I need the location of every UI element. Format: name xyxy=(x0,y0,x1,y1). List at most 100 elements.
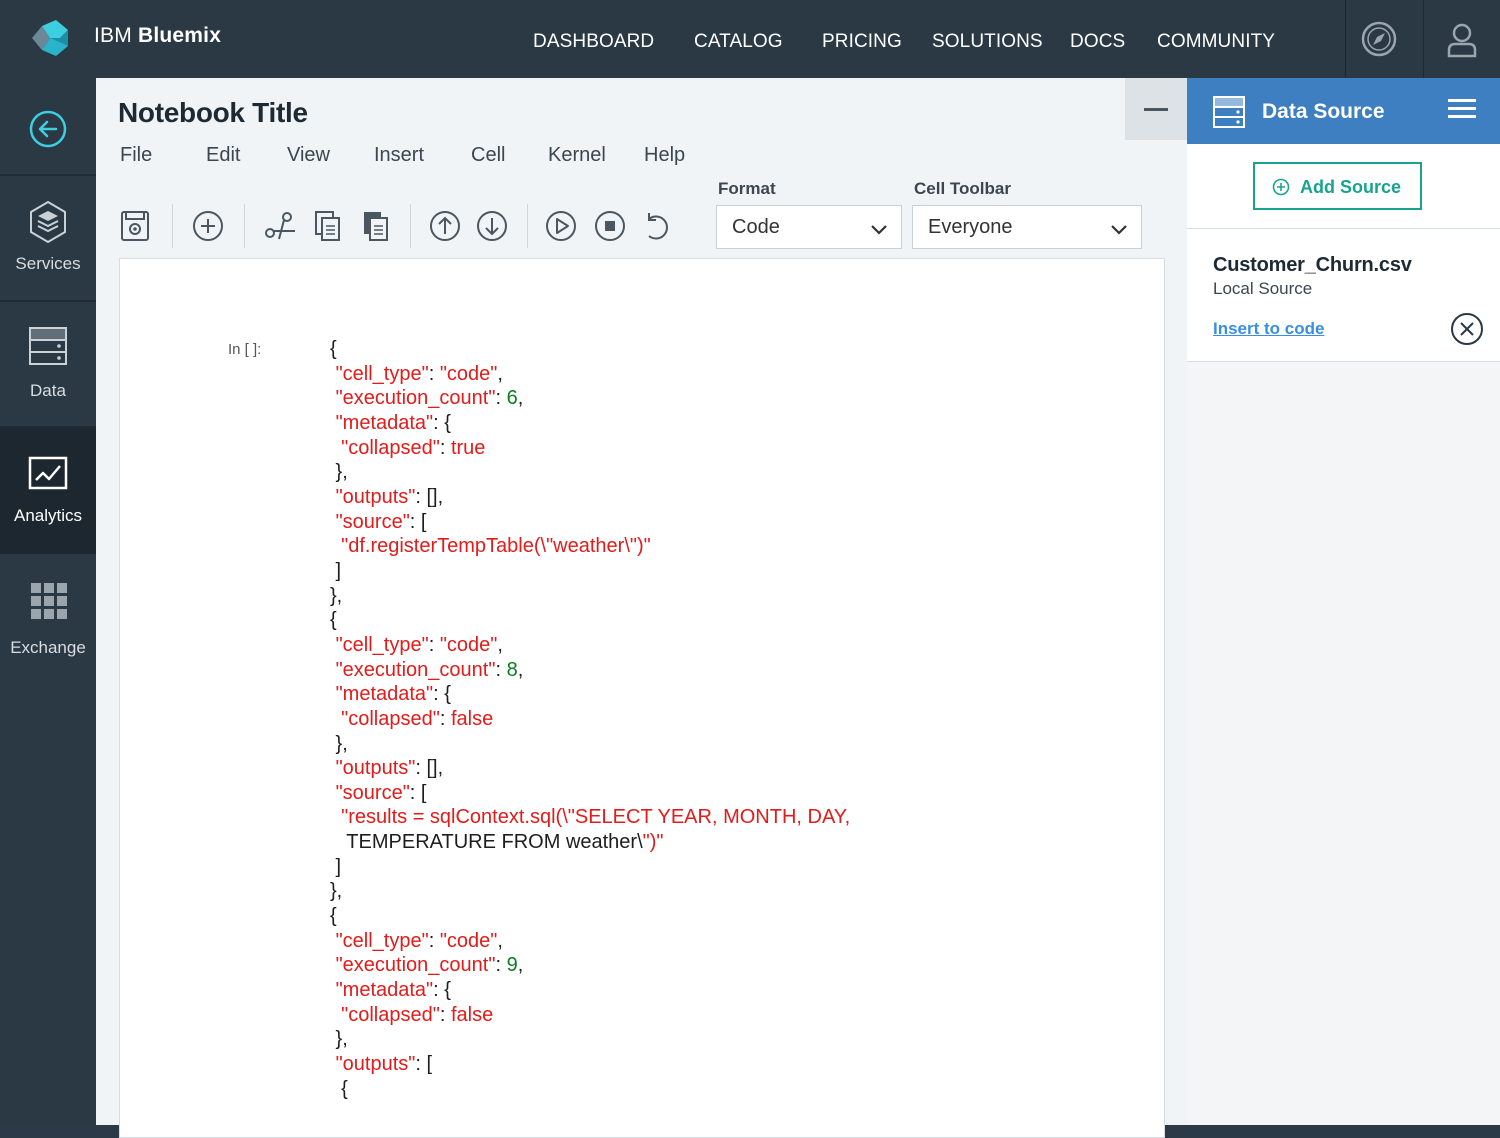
code-line: "metadata": { xyxy=(335,683,451,706)
code-line: "execution_count": 8, xyxy=(335,658,524,681)
nav-docs[interactable]: DOCS xyxy=(1070,31,1125,53)
menu-edit[interactable]: Edit xyxy=(206,144,240,167)
sidebar-item-label: Exchange xyxy=(10,638,86,657)
notebook-area: Notebook Title File Edit View Insert Cel… xyxy=(96,78,1187,1138)
minimize-button[interactable] xyxy=(1125,78,1187,140)
insert-to-code-link[interactable]: Insert to code xyxy=(1213,319,1324,339)
move-up-icon[interactable] xyxy=(428,209,462,243)
sidebar-item-label: Services xyxy=(15,254,81,273)
source-type: Local Source xyxy=(1213,279,1313,298)
remove-source-icon[interactable] xyxy=(1450,312,1484,346)
nav-dashboard[interactable]: DASHBOARD xyxy=(533,31,654,53)
code-line: TEMPERATURE FROM weather\")" xyxy=(330,831,664,854)
nav-solutions[interactable]: SOLUTIONS xyxy=(932,31,1043,53)
minus-icon xyxy=(1144,108,1168,111)
nav-pricing[interactable]: PRICING xyxy=(822,31,902,53)
back-arrow-icon[interactable] xyxy=(28,109,68,149)
panel-title: Data Source xyxy=(1262,100,1385,123)
code-line: "source": [ xyxy=(335,510,427,533)
sidebar-item-exchange[interactable]: Exchange xyxy=(0,554,96,684)
code-line: }, xyxy=(330,1028,348,1051)
sidebar-item-analytics[interactable]: Analytics xyxy=(0,428,96,554)
code-line: "execution_count": 6, xyxy=(335,387,524,410)
divider xyxy=(527,204,528,248)
panel-header: Data Source xyxy=(1187,78,1500,144)
code-line: ] xyxy=(330,855,342,878)
cell-prompt: In [ ]: xyxy=(228,341,262,358)
code-line: "outputs": [], xyxy=(335,485,444,508)
format-value: Code xyxy=(732,216,780,238)
code-line: "metadata": { xyxy=(335,411,451,434)
cut-icon[interactable] xyxy=(263,209,297,243)
code-line: { xyxy=(330,338,337,360)
divider xyxy=(1345,0,1346,78)
code-line: "outputs": [ xyxy=(335,1053,433,1076)
brand-bluemix: Bluemix xyxy=(137,24,222,47)
sidebar-item-label: Data xyxy=(30,381,66,400)
nav-catalog[interactable]: CATALOG xyxy=(694,31,783,53)
cell-toolbar-label: Cell Toolbar xyxy=(914,179,1011,198)
chart-icon xyxy=(28,456,68,490)
menu-kernel[interactable]: Kernel xyxy=(548,144,606,167)
divider xyxy=(172,204,173,248)
code-line: "metadata": { xyxy=(335,979,451,1002)
code-line: }, xyxy=(330,732,348,755)
stop-icon[interactable] xyxy=(593,209,627,243)
menu-cell[interactable]: Cell xyxy=(471,144,505,167)
menu-view[interactable]: View xyxy=(287,144,330,167)
code-line: { xyxy=(330,905,337,928)
data-source-card: Customer_Churn.csv Local Source Insert t… xyxy=(1187,229,1500,362)
menu-insert[interactable]: Insert xyxy=(374,144,424,167)
layers-icon xyxy=(30,200,66,244)
code-line: "cell_type": "code", xyxy=(335,633,503,656)
code-line: ] xyxy=(330,559,342,582)
code-line: { xyxy=(330,609,337,632)
brand-name[interactable]: IBM Bluemix xyxy=(94,24,221,48)
cell-toolbar-value: Everyone xyxy=(928,216,1013,238)
code-line: "execution_count": 9, xyxy=(335,954,524,977)
chevron-down-icon xyxy=(871,225,887,235)
add-cell-icon[interactable] xyxy=(191,209,225,243)
divider xyxy=(1423,0,1424,78)
bluemix-logo-icon[interactable] xyxy=(28,16,72,60)
chevron-down-icon xyxy=(1111,225,1127,235)
hamburger-menu-icon[interactable] xyxy=(1448,99,1476,119)
nav-community[interactable]: COMMUNITY xyxy=(1157,31,1275,53)
add-source-label: Add Source xyxy=(1300,177,1402,197)
cell-toolbar-select[interactable]: Everyone xyxy=(912,205,1142,249)
panel-actions: Add Source xyxy=(1187,144,1500,229)
code-line: "outputs": [], xyxy=(335,757,444,780)
notebook-title[interactable]: Notebook Title xyxy=(118,97,308,129)
data-source-panel: Data Source Add Source Customer_Churn.cs… xyxy=(1187,78,1500,1125)
code-line: "source": [ xyxy=(335,781,427,804)
data-source-icon xyxy=(1213,96,1245,128)
code-cell[interactable]: In [ ]: { "cell_type": "code", "executio… xyxy=(119,258,1165,1138)
code-line: }, xyxy=(330,880,343,903)
sidebar-item-data[interactable]: Data xyxy=(0,302,96,426)
sidebar-item-label: Analytics xyxy=(13,506,83,525)
left-sidebar: Services Data Analytics Exchange xyxy=(0,78,96,1125)
add-circle-icon xyxy=(1272,178,1290,196)
brand-ibm: IBM xyxy=(94,24,132,47)
format-select[interactable]: Code xyxy=(716,205,902,249)
sidebar-item-services[interactable]: Services xyxy=(0,176,96,300)
paste-icon[interactable] xyxy=(359,209,393,243)
add-source-button[interactable]: Add Source xyxy=(1253,162,1422,210)
divider xyxy=(410,204,411,248)
save-icon[interactable] xyxy=(118,209,152,243)
code-line: "collapsed": false xyxy=(341,1003,494,1026)
compass-icon[interactable] xyxy=(1360,20,1398,58)
copy-icon[interactable] xyxy=(311,209,345,243)
menu-help[interactable]: Help xyxy=(644,144,685,167)
code-editor[interactable]: { "cell_type": "code", "execution_count"… xyxy=(330,337,850,1101)
format-label: Format xyxy=(718,179,776,198)
move-down-icon[interactable] xyxy=(475,209,509,243)
user-profile-icon[interactable] xyxy=(1443,20,1481,58)
code-line: "results = sqlContext.sql(\"SELECT YEAR,… xyxy=(341,806,851,829)
run-icon[interactable] xyxy=(544,209,578,243)
top-bar: IBM Bluemix DASHBOARD CATALOG PRICING SO… xyxy=(0,0,1500,78)
restart-icon[interactable] xyxy=(640,209,674,243)
menu-file[interactable]: File xyxy=(120,144,152,167)
code-line: "cell_type": "code", xyxy=(335,929,503,952)
code-line: "collapsed": false xyxy=(341,707,494,730)
